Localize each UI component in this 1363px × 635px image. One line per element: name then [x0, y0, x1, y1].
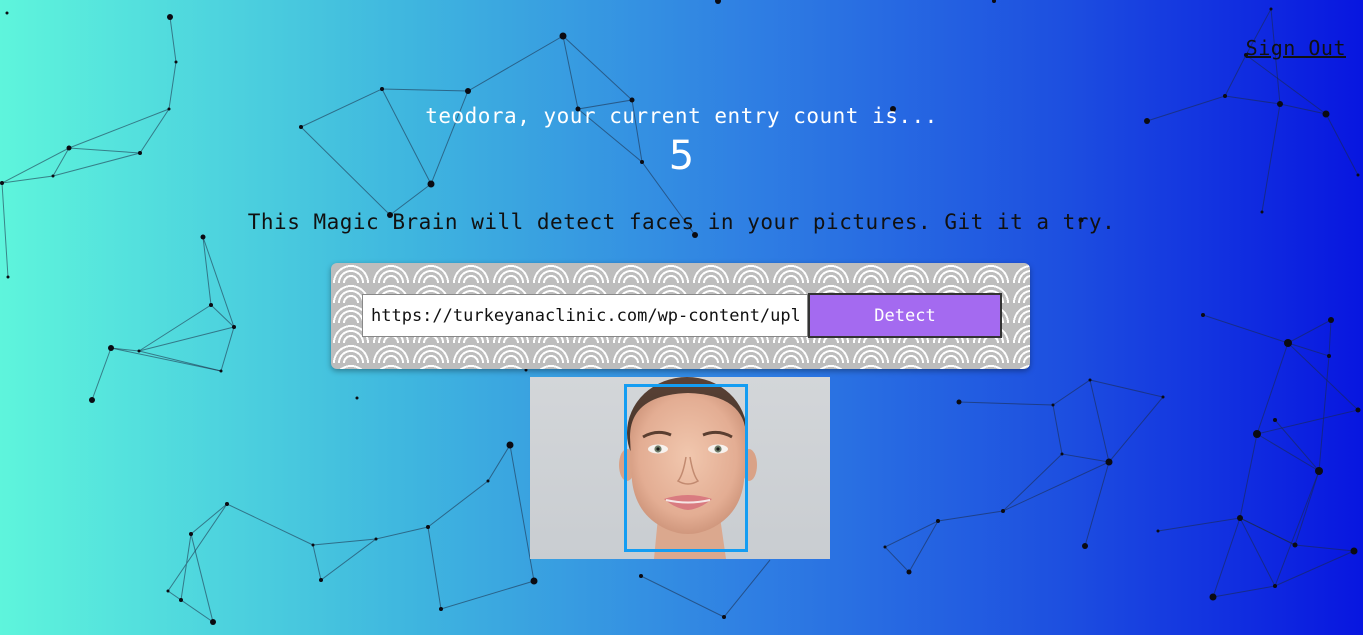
image-link-form: Detect [331, 263, 1030, 369]
face-recognition-result [530, 377, 830, 559]
image-url-input[interactable] [362, 294, 808, 337]
entry-count: 5 [668, 133, 695, 179]
detect-button[interactable]: Detect [808, 293, 1002, 338]
app-tagline: This Magic Brain will detect faces in yo… [247, 210, 1116, 234]
entry-greeting: teodora, your current entry count is... [425, 104, 938, 128]
sign-out-link[interactable]: Sign Out [1246, 36, 1346, 60]
face-bounding-box [624, 384, 748, 552]
